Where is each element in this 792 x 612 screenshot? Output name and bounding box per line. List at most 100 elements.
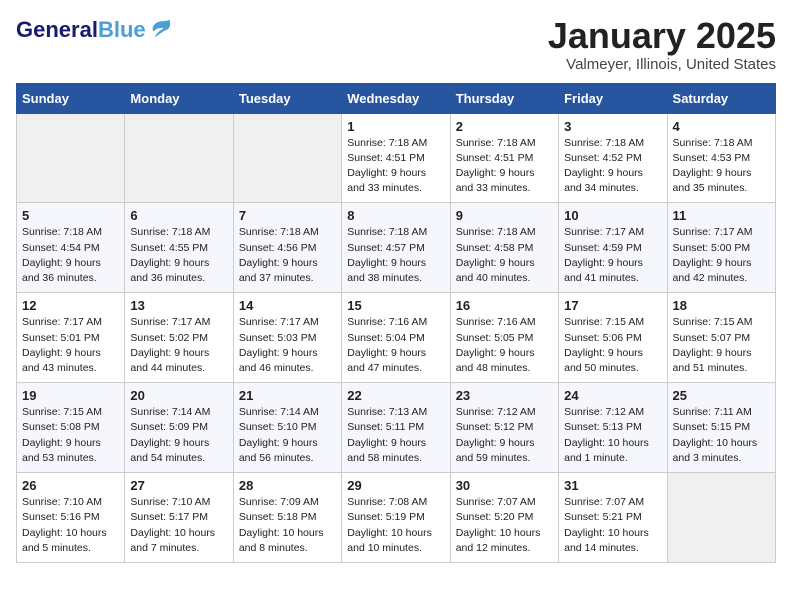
day-detail: Sunrise: 7:14 AM Sunset: 5:09 PM Dayligh…: [130, 405, 227, 466]
calendar-cell: 18 Sunrise: 7:15 AM Sunset: 5:07 PM Dayli…: [667, 293, 775, 383]
calendar-cell: 2 Sunrise: 7:18 AM Sunset: 4:51 PM Daylig…: [450, 113, 558, 203]
day-detail: Sunrise: 7:12 AM Sunset: 5:12 PM Dayligh…: [456, 405, 553, 466]
calendar-cell: 4Sunrise: 7:18 AM Sunset: 4:53 PM Daylig…: [667, 113, 775, 203]
weekday-header-friday: Friday: [559, 83, 667, 113]
weekday-header-row: SundayMondayTuesdayWednesdayThursdayFrid…: [17, 83, 776, 113]
calendar-week-row: 12 Sunrise: 7:17 AM Sunset: 5:01 PM Dayli…: [17, 293, 776, 383]
location: Valmeyer, Illinois, United States: [548, 56, 776, 73]
logo-blue: Blue: [98, 17, 146, 42]
weekday-header-saturday: Saturday: [667, 83, 775, 113]
day-detail: Sunrise: 7:18 AM Sunset: 4:58 PM Dayligh…: [456, 225, 553, 286]
calendar-cell: 1 Sunrise: 7:18 AM Sunset: 4:51 PM Daylig…: [342, 113, 450, 203]
day-number: 5: [22, 208, 119, 223]
calendar-cell: 13Sunrise: 7:17 AM Sunset: 5:02 PM Dayli…: [125, 293, 233, 383]
calendar-cell: 26 Sunrise: 7:10 AM Sunset: 5:16 PM Dayli…: [17, 473, 125, 563]
day-detail: Sunrise: 7:17 AM Sunset: 5:03 PM Dayligh…: [239, 315, 336, 376]
calendar-cell: 15 Sunrise: 7:16 AM Sunset: 5:04 PM Dayli…: [342, 293, 450, 383]
day-number: 1: [347, 119, 444, 134]
calendar-week-row: 26 Sunrise: 7:10 AM Sunset: 5:16 PM Dayli…: [17, 473, 776, 563]
day-detail: Sunrise: 7:18 AM Sunset: 4:56 PM Dayligh…: [239, 225, 336, 286]
day-number: 10: [564, 208, 661, 223]
page-header: GeneralBlue January 2025 Valmeyer, Illin…: [16, 16, 776, 73]
calendar-cell: 27Sunrise: 7:10 AM Sunset: 5:17 PM Dayli…: [125, 473, 233, 563]
day-detail: Sunrise: 7:08 AM Sunset: 5:19 PM Dayligh…: [347, 495, 444, 556]
day-detail: Sunrise: 7:15 AM Sunset: 5:07 PM Dayligh…: [673, 315, 770, 376]
day-number: 29: [347, 478, 444, 493]
calendar-cell: [125, 113, 233, 203]
calendar-cell: 7 Sunrise: 7:18 AM Sunset: 4:56 PM Daylig…: [233, 203, 341, 293]
month-title: January 2025: [548, 16, 776, 56]
weekday-header-thursday: Thursday: [450, 83, 558, 113]
day-detail: Sunrise: 7:11 AM Sunset: 5:15 PM Dayligh…: [673, 405, 770, 466]
day-detail: Sunrise: 7:13 AM Sunset: 5:11 PM Dayligh…: [347, 405, 444, 466]
day-detail: Sunrise: 7:17 AM Sunset: 4:59 PM Dayligh…: [564, 225, 661, 286]
day-number: 12: [22, 298, 119, 313]
day-number: 14: [239, 298, 336, 313]
day-detail: Sunrise: 7:07 AM Sunset: 5:20 PM Dayligh…: [456, 495, 553, 556]
calendar-cell: [233, 113, 341, 203]
day-detail: Sunrise: 7:18 AM Sunset: 4:55 PM Dayligh…: [130, 225, 227, 286]
calendar-week-row: 1 Sunrise: 7:18 AM Sunset: 4:51 PM Daylig…: [17, 113, 776, 203]
calendar-cell: 14 Sunrise: 7:17 AM Sunset: 5:03 PM Dayli…: [233, 293, 341, 383]
day-detail: Sunrise: 7:16 AM Sunset: 5:05 PM Dayligh…: [456, 315, 553, 376]
day-number: 18: [673, 298, 770, 313]
calendar-week-row: 19Sunrise: 7:15 AM Sunset: 5:08 PM Dayli…: [17, 383, 776, 473]
day-number: 2: [456, 119, 553, 134]
day-number: 20: [130, 388, 227, 403]
day-detail: Sunrise: 7:18 AM Sunset: 4:52 PM Dayligh…: [564, 136, 661, 197]
day-number: 24: [564, 388, 661, 403]
day-number: 26: [22, 478, 119, 493]
calendar-cell: 29 Sunrise: 7:08 AM Sunset: 5:19 PM Dayli…: [342, 473, 450, 563]
calendar-cell: 23 Sunrise: 7:12 AM Sunset: 5:12 PM Dayli…: [450, 383, 558, 473]
calendar-cell: [17, 113, 125, 203]
day-number: 23: [456, 388, 553, 403]
day-detail: Sunrise: 7:12 AM Sunset: 5:13 PM Dayligh…: [564, 405, 661, 466]
calendar-cell: 28Sunrise: 7:09 AM Sunset: 5:18 PM Dayli…: [233, 473, 341, 563]
calendar-cell: 25 Sunrise: 7:11 AM Sunset: 5:15 PM Dayli…: [667, 383, 775, 473]
weekday-header-wednesday: Wednesday: [342, 83, 450, 113]
day-detail: Sunrise: 7:18 AM Sunset: 4:51 PM Dayligh…: [347, 136, 444, 197]
calendar-cell: 16Sunrise: 7:16 AM Sunset: 5:05 PM Dayli…: [450, 293, 558, 383]
calendar-week-row: 5 Sunrise: 7:18 AM Sunset: 4:54 PM Daylig…: [17, 203, 776, 293]
day-number: 30: [456, 478, 553, 493]
day-detail: Sunrise: 7:18 AM Sunset: 4:54 PM Dayligh…: [22, 225, 119, 286]
day-number: 22: [347, 388, 444, 403]
calendar-cell: 3 Sunrise: 7:18 AM Sunset: 4:52 PM Daylig…: [559, 113, 667, 203]
weekday-header-sunday: Sunday: [17, 83, 125, 113]
day-number: 15: [347, 298, 444, 313]
day-number: 7: [239, 208, 336, 223]
calendar-cell: 11 Sunrise: 7:17 AM Sunset: 5:00 PM Dayli…: [667, 203, 775, 293]
calendar-cell: 6 Sunrise: 7:18 AM Sunset: 4:55 PM Daylig…: [125, 203, 233, 293]
day-detail: Sunrise: 7:07 AM Sunset: 5:21 PM Dayligh…: [564, 495, 661, 556]
day-detail: Sunrise: 7:17 AM Sunset: 5:01 PM Dayligh…: [22, 315, 119, 376]
calendar-cell: [667, 473, 775, 563]
weekday-header-tuesday: Tuesday: [233, 83, 341, 113]
day-number: 31: [564, 478, 661, 493]
calendar-cell: 10 Sunrise: 7:17 AM Sunset: 4:59 PM Dayli…: [559, 203, 667, 293]
day-number: 11: [673, 208, 770, 223]
day-number: 28: [239, 478, 336, 493]
day-number: 25: [673, 388, 770, 403]
day-detail: Sunrise: 7:16 AM Sunset: 5:04 PM Dayligh…: [347, 315, 444, 376]
weekday-header-monday: Monday: [125, 83, 233, 113]
calendar-cell: 24 Sunrise: 7:12 AM Sunset: 5:13 PM Dayli…: [559, 383, 667, 473]
day-number: 21: [239, 388, 336, 403]
day-detail: Sunrise: 7:18 AM Sunset: 4:51 PM Dayligh…: [456, 136, 553, 197]
day-number: 9: [456, 208, 553, 223]
calendar-cell: 31 Sunrise: 7:07 AM Sunset: 5:21 PM Dayli…: [559, 473, 667, 563]
day-detail: Sunrise: 7:17 AM Sunset: 5:00 PM Dayligh…: [673, 225, 770, 286]
calendar-cell: 21Sunrise: 7:14 AM Sunset: 5:10 PM Dayli…: [233, 383, 341, 473]
day-detail: Sunrise: 7:18 AM Sunset: 4:53 PM Dayligh…: [673, 136, 770, 197]
calendar-cell: 8 Sunrise: 7:18 AM Sunset: 4:57 PM Daylig…: [342, 203, 450, 293]
day-number: 8: [347, 208, 444, 223]
day-number: 3: [564, 119, 661, 134]
day-detail: Sunrise: 7:18 AM Sunset: 4:57 PM Dayligh…: [347, 225, 444, 286]
day-number: 6: [130, 208, 227, 223]
calendar-cell: 5 Sunrise: 7:18 AM Sunset: 4:54 PM Daylig…: [17, 203, 125, 293]
day-detail: Sunrise: 7:10 AM Sunset: 5:16 PM Dayligh…: [22, 495, 119, 556]
calendar-cell: 20 Sunrise: 7:14 AM Sunset: 5:09 PM Dayli…: [125, 383, 233, 473]
calendar-cell: 19Sunrise: 7:15 AM Sunset: 5:08 PM Dayli…: [17, 383, 125, 473]
title-area: January 2025 Valmeyer, Illinois, United …: [548, 16, 776, 73]
day-number: 17: [564, 298, 661, 313]
day-detail: Sunrise: 7:15 AM Sunset: 5:08 PM Dayligh…: [22, 405, 119, 466]
